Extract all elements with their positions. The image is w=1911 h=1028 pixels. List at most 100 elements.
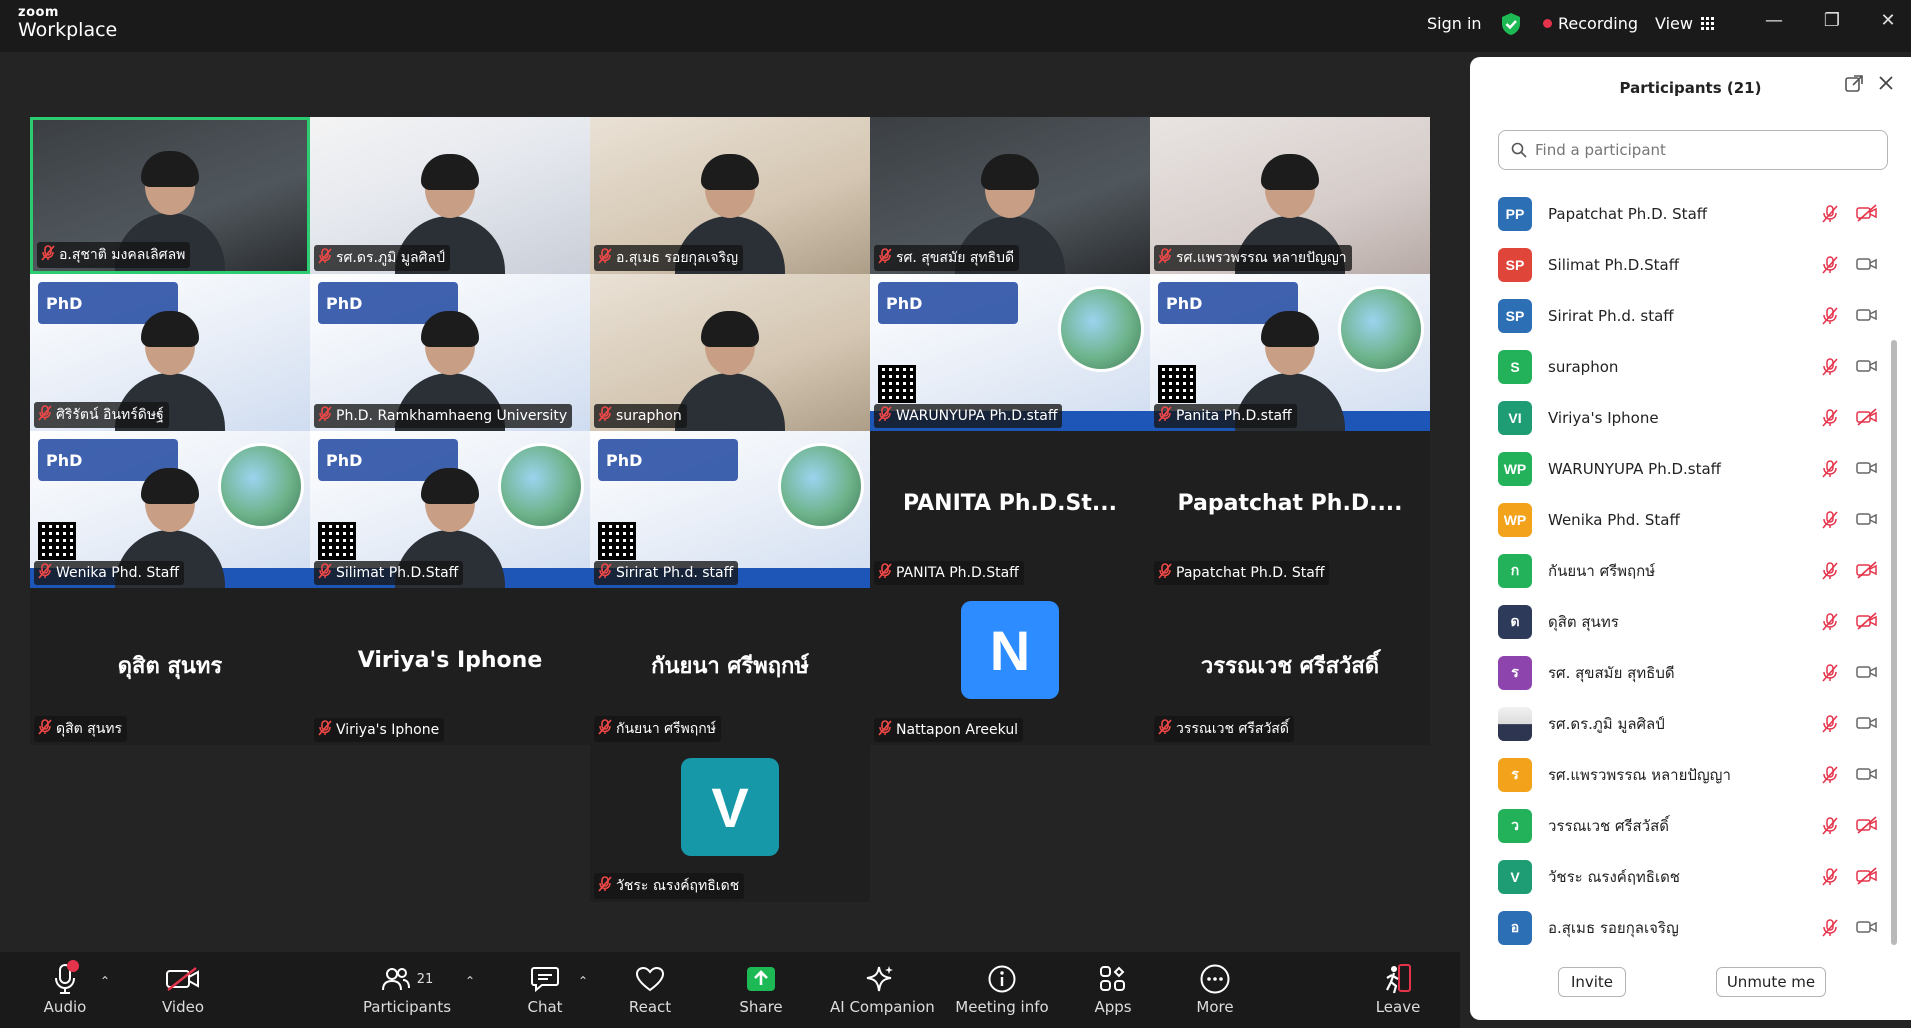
chat-button[interactable]: Chat	[520, 962, 570, 1016]
participant-list-item[interactable]: ด ดุสิต สุนทร	[1498, 596, 1878, 647]
invite-button[interactable]: Invite	[1558, 967, 1626, 997]
muted-mic-icon[interactable]	[1820, 918, 1842, 937]
unmute-me-button[interactable]: Unmute me	[1716, 967, 1826, 997]
video-tile[interactable]: PhD Sirirat Ph.d. staff	[590, 431, 870, 588]
react-button[interactable]: React	[625, 962, 675, 1016]
video-off-icon[interactable]	[1856, 408, 1878, 426]
video-tile[interactable]: อ.สุชาติ มงคลเลิศลพ	[30, 117, 310, 274]
muted-mic-icon[interactable]	[1820, 510, 1842, 529]
participant-list-item[interactable]: อ อ.สุเมธ รอยกุลเจริญ	[1498, 902, 1878, 953]
participant-list-item[interactable]: WP WARUNYUPA Ph.D.staff	[1498, 443, 1878, 494]
video-off-icon[interactable]	[1856, 867, 1878, 885]
meeting-info-button[interactable]: Meeting info	[952, 962, 1052, 1016]
video-tile[interactable]: PhD WARUNYUPA Ph.D.staff	[870, 274, 1150, 431]
pop-out-icon[interactable]	[1845, 75, 1863, 98]
muted-mic-icon[interactable]	[1820, 408, 1842, 427]
leave-button[interactable]: Leave	[1373, 962, 1423, 1016]
participant-list-item[interactable]: SP Sirirat Ph.d. staff	[1498, 290, 1878, 341]
participant-list-item[interactable]: ร รศ. สุขสมัย สุทธิบดี	[1498, 647, 1878, 698]
video-on-icon[interactable]	[1856, 459, 1878, 477]
video-on-icon[interactable]	[1856, 918, 1878, 936]
video-tile[interactable]: กันยนา ศรีพฤกษ์ กันยนา ศรีพฤกษ์	[590, 588, 870, 745]
muted-mic-icon[interactable]	[1820, 612, 1842, 631]
video-tile[interactable]: PhD Silimat Ph.D.Staff	[310, 431, 590, 588]
audio-options-chevron-up-icon[interactable]: ⌃	[100, 974, 110, 988]
video-tile[interactable]: PhD Wenika Phd. Staff	[30, 431, 310, 588]
more-button[interactable]: More	[1190, 962, 1240, 1016]
muted-mic-icon[interactable]	[1820, 255, 1842, 274]
video-tile[interactable]: Papatchat Ph.D.... Papatchat Ph.D. Staff	[1150, 431, 1430, 588]
video-tile[interactable]: PhD Panita Ph.D.staff	[1150, 274, 1430, 431]
video-on-icon[interactable]	[1856, 765, 1878, 783]
muted-mic-icon[interactable]	[1820, 561, 1842, 580]
muted-mic-icon[interactable]	[1820, 816, 1842, 835]
video-tile[interactable]: รศ.ดร.ภูมิ มูลศิลป์	[310, 117, 590, 274]
participant-search-input[interactable]	[1533, 140, 1877, 160]
participant-search-box[interactable]	[1498, 130, 1888, 170]
muted-mic-icon[interactable]	[1820, 306, 1842, 325]
chat-options-chevron-up-icon[interactable]: ⌃	[578, 974, 588, 988]
participant-list-item[interactable]: WP Wenika Phd. Staff	[1498, 494, 1878, 545]
muted-mic-icon[interactable]	[1820, 459, 1842, 478]
video-on-icon[interactable]	[1856, 306, 1878, 324]
video-tile[interactable]: N Nattapon Areekul	[870, 588, 1150, 745]
participant-list-item[interactable]: รศ.ดร.ภูมิ มูลศิลป์	[1498, 698, 1878, 749]
participant-name-tag: รศ. สุขสมัย สุทธิบดี	[874, 245, 1020, 271]
video-button[interactable]: Video	[158, 962, 208, 1016]
video-on-icon[interactable]	[1856, 357, 1878, 375]
share-button[interactable]: Share	[736, 962, 786, 1016]
video-tile[interactable]: suraphon	[590, 274, 870, 431]
video-off-icon[interactable]	[1856, 204, 1878, 222]
participants-count: 21	[416, 971, 434, 987]
participant-list-scrollbar[interactable]	[1891, 340, 1897, 945]
recording-indicator[interactable]: Recording	[1543, 14, 1638, 33]
participants-button[interactable]: 21 Participants	[362, 962, 452, 1016]
participants-options-chevron-up-icon[interactable]: ⌃	[465, 974, 475, 988]
encryption-shield-icon[interactable]	[1500, 12, 1522, 40]
muted-mic-icon[interactable]	[1820, 867, 1842, 886]
close-window-icon[interactable]: ✕	[1876, 10, 1900, 31]
apps-button[interactable]: Apps	[1088, 962, 1138, 1016]
video-on-icon[interactable]	[1856, 255, 1878, 273]
participant-status-icons	[1820, 765, 1878, 784]
restore-window-icon[interactable]: ❐	[1820, 10, 1844, 31]
video-off-icon[interactable]	[1856, 612, 1878, 630]
participant-list-item[interactable]: ร รศ.แพรวพรรณ หลายปัญญา	[1498, 749, 1878, 800]
video-tile[interactable]: อ.สุเมธ รอยกุลเจริญ	[590, 117, 870, 274]
sign-in-button[interactable]: Sign in	[1427, 14, 1482, 33]
muted-mic-icon[interactable]	[1820, 765, 1842, 784]
video-tile[interactable]: PANITA Ph.D.St... PANITA Ph.D.Staff	[870, 431, 1150, 588]
video-tile[interactable]: วรรณเวช ศรีสวัสดิ์ วรรณเวช ศรีสวัสดิ์	[1150, 588, 1430, 745]
video-tile[interactable]: V วัชระ ณรงค์ฤทธิเดช	[590, 745, 870, 902]
audio-button[interactable]: Audio	[40, 960, 90, 1016]
video-tile[interactable]: ดุสิต สุนทร ดุสิต สุนทร	[30, 588, 310, 745]
muted-mic-icon[interactable]	[1820, 357, 1842, 376]
view-button[interactable]: View	[1655, 14, 1715, 33]
video-on-icon[interactable]	[1856, 714, 1878, 732]
participant-list-item[interactable]: Ssuraphon	[1498, 341, 1878, 392]
video-tile[interactable]: PhD ศิริรัตน์ อินทร์ดิษฐ์	[30, 274, 310, 431]
participant-list-item[interactable]: ว วรรณเวช ศรีสวัสดิ์	[1498, 800, 1878, 851]
share-screen-icon	[747, 967, 775, 991]
video-off-icon[interactable]	[1856, 561, 1878, 579]
participant-list-item[interactable]: PP Papatchat Ph.D. Staff	[1498, 188, 1878, 239]
close-panel-icon[interactable]	[1878, 75, 1894, 96]
muted-mic-icon[interactable]	[1820, 663, 1842, 682]
video-on-icon[interactable]	[1856, 663, 1878, 681]
video-off-icon[interactable]	[1856, 816, 1878, 834]
participant-name: วัชระ ณรงค์ฤทธิเดช	[1548, 867, 1680, 886]
video-on-icon[interactable]	[1856, 510, 1878, 528]
minimize-window-icon[interactable]: —	[1762, 10, 1786, 31]
participant-list-item[interactable]: ก กันยนา ศรีพฤกษ์	[1498, 545, 1878, 596]
participant-list-item[interactable]: V วัชระ ณรงค์ฤทธิเดช	[1498, 851, 1878, 902]
leave-label: Leave	[1375, 998, 1421, 1016]
video-tile[interactable]: รศ. สุขสมัย สุทธิบดี	[870, 117, 1150, 274]
ai-companion-button[interactable]: AI Companion	[830, 962, 935, 1016]
video-tile[interactable]: รศ.แพรวพรรณ หลายปัญญา	[1150, 117, 1430, 274]
video-tile[interactable]: PhD Ph.D. Ramkhamhaeng University	[310, 274, 590, 431]
muted-mic-icon[interactable]	[1820, 204, 1842, 223]
participant-list-item[interactable]: SP Silimat Ph.D.Staff	[1498, 239, 1878, 290]
video-tile[interactable]: Viriya's Iphone Viriya's Iphone	[310, 588, 590, 745]
participant-list-item[interactable]: VI Viriya's Iphone	[1498, 392, 1878, 443]
muted-mic-icon[interactable]	[1820, 714, 1842, 733]
